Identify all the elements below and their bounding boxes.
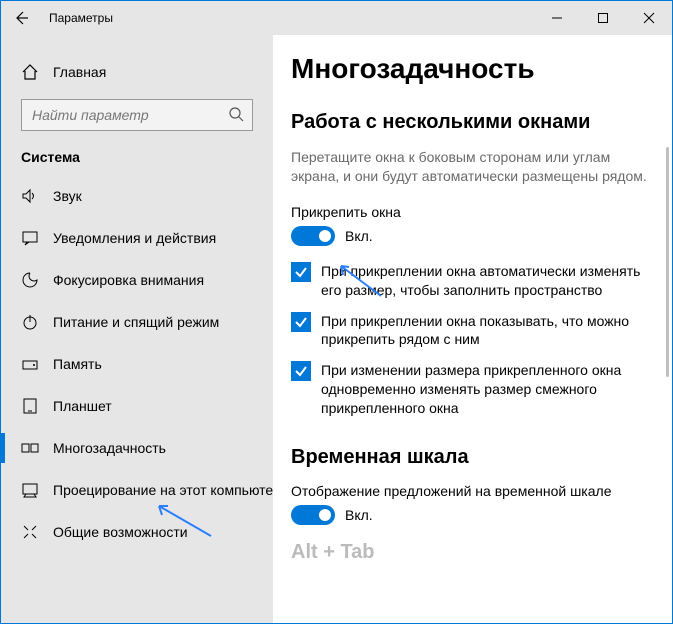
sidebar-item-multitasking[interactable]: Многозадачность <box>1 427 273 469</box>
back-button[interactable] <box>11 8 31 28</box>
nav-label: Планшет <box>53 398 112 414</box>
storage-icon <box>21 355 39 373</box>
checkbox-label: При прикреплении окна показывать, что мо… <box>321 312 654 350</box>
power-icon <box>21 313 39 331</box>
nav-label: Память <box>53 356 102 372</box>
check-icon <box>294 315 308 329</box>
section-heading-timeline: Временная шкала <box>291 446 654 469</box>
section-heading-snap: Работа с несколькими окнами <box>291 111 654 134</box>
home-label: Главная <box>53 64 106 80</box>
tablet-icon <box>21 397 39 415</box>
check-icon <box>294 364 308 378</box>
home-icon <box>21 63 39 81</box>
nav-label: Фокусировка внимания <box>53 272 204 288</box>
projecting-icon <box>21 481 39 499</box>
nav-label: Общие возможности <box>53 524 188 540</box>
sidebar-home[interactable]: Главная <box>1 57 273 99</box>
window-title: Параметры <box>49 11 113 25</box>
timeline-suggestions-label: Отображение предложений на временной шка… <box>291 483 654 499</box>
snap-windows-label: Прикрепить окна <box>291 204 654 220</box>
focus-icon <box>21 271 39 289</box>
nav-label: Питание и спящий режим <box>53 314 219 330</box>
sidebar-item-notifications[interactable]: Уведомления и действия <box>1 217 273 259</box>
title-bar: Параметры <box>1 1 672 35</box>
checkbox-label: При прикреплении окна автоматически изме… <box>321 262 654 300</box>
nav-label: Звук <box>53 188 82 204</box>
minimize-button[interactable] <box>534 1 580 35</box>
toggle-state-label: Вкл. <box>345 507 373 523</box>
nav-label: Уведомления и действия <box>53 230 216 246</box>
section-description: Перетащите окна к боковым сторонам или у… <box>291 148 654 186</box>
toggle-track <box>291 226 335 246</box>
snap-windows-toggle[interactable]: Вкл. <box>291 226 654 246</box>
sound-icon <box>21 187 39 205</box>
sidebar-item-projecting[interactable]: Проецирование на этот компьютер <box>1 469 273 511</box>
sidebar-item-shared[interactable]: Общие возможности <box>1 511 273 553</box>
checkbox-show-next[interactable] <box>291 312 311 332</box>
toggle-state-label: Вкл. <box>345 228 373 244</box>
maximize-button[interactable] <box>580 1 626 35</box>
check-icon <box>294 265 308 279</box>
search-icon <box>228 106 244 125</box>
toggle-track <box>291 505 335 525</box>
page-title: Многозадачность <box>291 53 654 85</box>
maximize-icon <box>597 12 609 24</box>
sidebar-item-power[interactable]: Питание и спящий режим <box>1 301 273 343</box>
minimize-icon <box>551 12 563 24</box>
checkbox-auto-resize[interactable] <box>291 262 311 282</box>
section-heading-alttab: Alt + Tab <box>291 541 654 564</box>
sidebar-category: Система <box>1 147 273 175</box>
scrollbar[interactable] <box>666 147 669 377</box>
timeline-toggle[interactable]: Вкл. <box>291 505 654 525</box>
search-input[interactable] <box>30 106 228 124</box>
checkbox-label: При изменении размера прикрепленного окн… <box>321 361 654 418</box>
close-icon <box>643 12 655 24</box>
arrow-left-icon <box>13 10 29 26</box>
close-button[interactable] <box>626 1 672 35</box>
sidebar-item-focus[interactable]: Фокусировка внимания <box>1 259 273 301</box>
nav-label: Проецирование на этот компьютер <box>53 482 281 498</box>
search-box[interactable] <box>21 99 253 131</box>
shared-icon <box>21 523 39 541</box>
sidebar-item-storage[interactable]: Память <box>1 343 273 385</box>
sidebar: Главная Система Звук Уведомления и дейст… <box>1 35 273 623</box>
multitasking-icon <box>21 439 39 457</box>
notifications-icon <box>21 229 39 247</box>
nav-label: Многозадачность <box>53 440 166 456</box>
sidebar-item-sound[interactable]: Звук <box>1 175 273 217</box>
content-pane: Многозадачность Работа с несколькими окн… <box>273 35 672 623</box>
sidebar-item-tablet[interactable]: Планшет <box>1 385 273 427</box>
checkbox-resize-adjacent[interactable] <box>291 361 311 381</box>
